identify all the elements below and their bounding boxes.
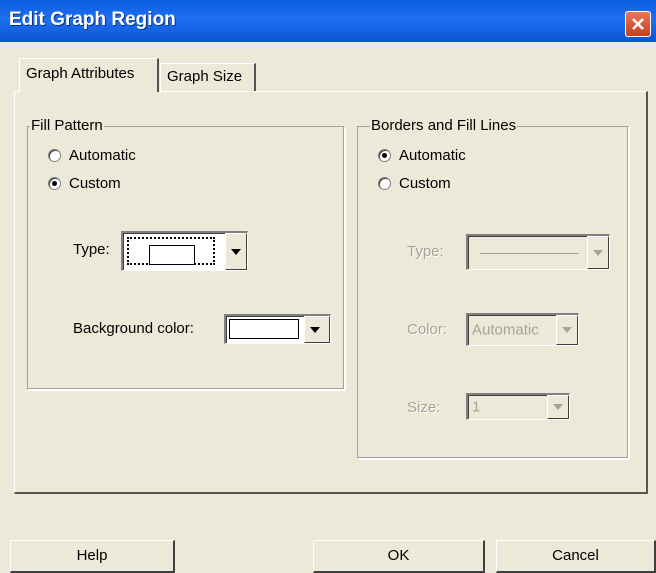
close-icon [632,18,644,30]
tab-panel [14,91,648,494]
help-button[interactable]: Help [10,540,175,573]
window-title: Edit Graph Region [9,9,176,30]
title-bar[interactable]: Edit Graph Region [0,0,656,42]
tab-graph-attributes[interactable]: Graph Attributes [19,58,159,92]
cancel-button[interactable]: Cancel [496,540,656,573]
tab-graph-size[interactable]: Graph Size [160,63,256,91]
edit-graph-region-dialog: Edit Graph Region Graph Attributes Graph… [0,0,656,573]
close-button[interactable] [625,11,651,37]
ok-button[interactable]: OK [313,540,485,573]
